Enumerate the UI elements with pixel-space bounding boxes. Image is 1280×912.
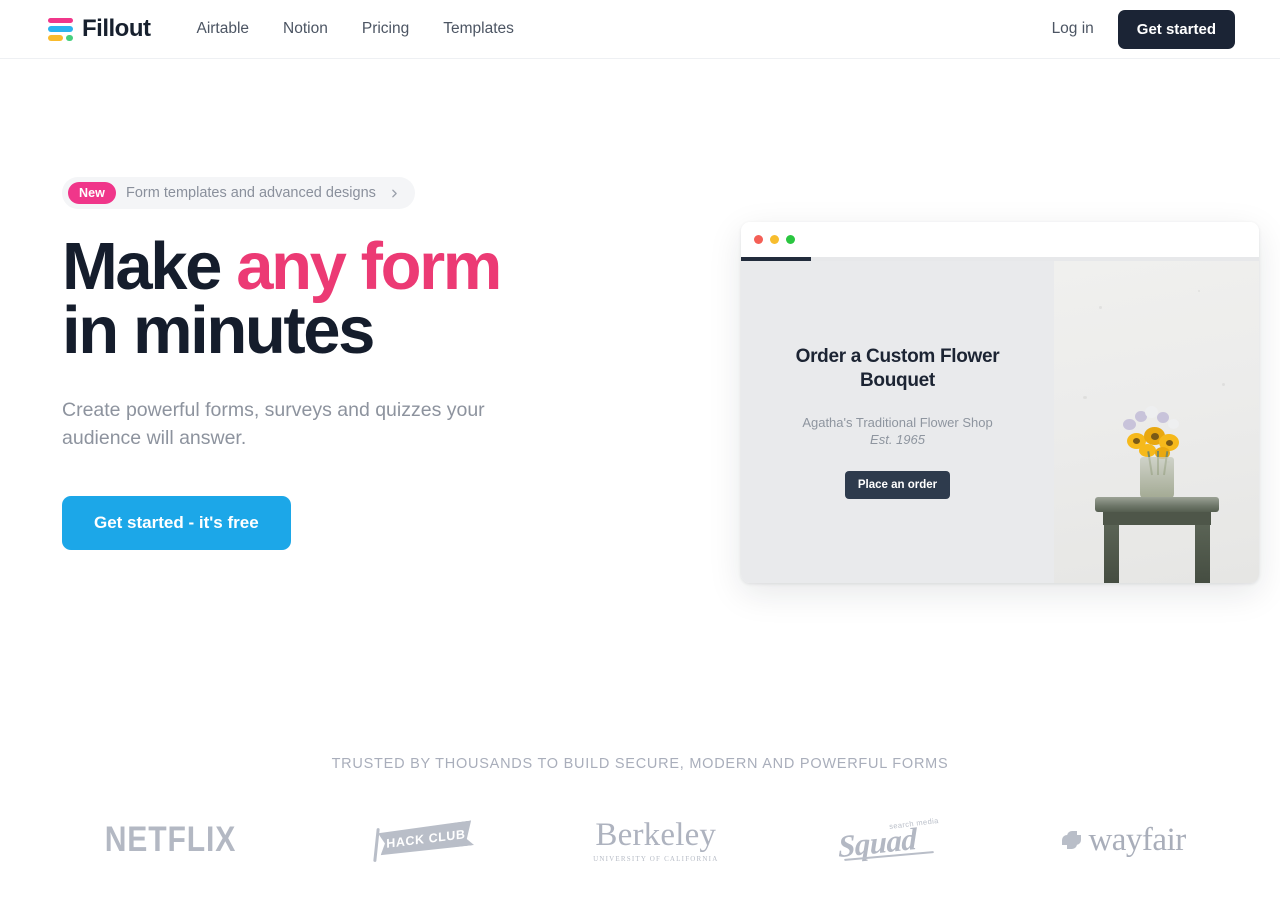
fillout-logo-icon xyxy=(48,17,73,41)
hero-subtitle: Create powerful forms, surveys and quizz… xyxy=(62,398,485,449)
announcement-badge[interactable]: New Form templates and advanced designs xyxy=(62,177,415,209)
hero-content: New Form templates and advanced designs … xyxy=(62,177,662,551)
hero-section: New Form templates and advanced designs … xyxy=(0,59,1280,699)
glass-jar xyxy=(1139,457,1174,499)
netflix-logo: NETFLIX xyxy=(94,805,247,875)
get-started-free-button[interactable]: Get started - it's free xyxy=(62,496,291,551)
wayfair-logo: wayfair xyxy=(1062,805,1186,875)
trusted-by-label: Trusted by thousands to build secure, mo… xyxy=(331,756,949,772)
flag-pole-icon xyxy=(373,827,380,863)
chevron-right-icon xyxy=(388,187,401,200)
nav-item-notion[interactable]: Notion xyxy=(281,14,330,44)
hack-club-logo-text: HACK CLUB xyxy=(386,826,466,851)
brand-name: Fillout xyxy=(82,15,151,42)
badge-text: Form templates and advanced designs xyxy=(126,185,376,201)
flower-photo xyxy=(1054,261,1259,583)
navbar: Fillout Airtable Notion Pricing Template… xyxy=(0,0,1280,59)
close-dot-icon xyxy=(754,235,763,244)
browser-titlebar xyxy=(741,222,1259,257)
navbar-left: Fillout Airtable Notion Pricing Template… xyxy=(0,14,516,44)
hack-club-logo: HACK CLUB xyxy=(367,805,473,875)
nav-item-templates[interactable]: Templates xyxy=(441,14,516,44)
hero-title-line2: in minutes xyxy=(62,293,375,369)
berkeley-logo: Berkeley UNIVERSITY OF CALIFORNIA xyxy=(593,805,718,875)
berkeley-logo-text: Berkeley xyxy=(595,817,717,853)
customer-logo-strip: NETFLIX HACK CLUB Berkeley UNIVERSITY OF… xyxy=(0,800,1280,880)
form-content-pane: Order a Custom Flower Bouquet Agatha's T… xyxy=(741,261,1054,583)
flag-icon: HACK CLUB xyxy=(378,820,474,856)
browser-mockup: Order a Custom Flower Bouquet Agatha's T… xyxy=(741,222,1259,583)
navbar-right: Log in Get started xyxy=(1052,9,1280,49)
wayfair-logo-text: wayfair xyxy=(1088,821,1186,858)
minimize-dot-icon xyxy=(770,235,779,244)
search-media-squad-logo: search media Squad xyxy=(838,805,942,875)
wooden-stool xyxy=(1094,497,1219,583)
netflix-logo-text: NETFLIX xyxy=(104,820,237,859)
maximize-dot-icon xyxy=(786,235,795,244)
page-title: Make any form in minutes xyxy=(62,233,662,364)
badge-new-tag: New xyxy=(68,182,117,204)
form-title: Order a Custom Flower Bouquet xyxy=(795,345,1000,392)
wayfair-mark-icon xyxy=(1062,830,1082,850)
nav-item-pricing[interactable]: Pricing xyxy=(360,14,411,44)
form-subtitle-line2: Est. 1965 xyxy=(870,431,925,447)
berkeley-logo-subtext: UNIVERSITY OF CALIFORNIA xyxy=(593,855,719,863)
main-nav: Airtable Notion Pricing Templates xyxy=(194,14,515,44)
get-started-button[interactable]: Get started xyxy=(1117,9,1235,49)
form-preview-body: Order a Custom Flower Bouquet Agatha's T… xyxy=(741,261,1259,583)
place-an-order-button[interactable]: Place an order xyxy=(844,471,951,500)
form-subtitle-line1: Agatha's Traditional Flower Shop xyxy=(802,415,993,431)
form-preview: Order a Custom Flower Bouquet Agatha's T… xyxy=(741,222,1259,583)
brand-logo-link[interactable]: Fillout xyxy=(48,15,151,43)
nav-item-airtable[interactable]: Airtable xyxy=(194,14,251,44)
login-link[interactable]: Log in xyxy=(1052,20,1094,38)
form-subtitle: Agatha's Traditional Flower Shop Est. 19… xyxy=(802,415,992,448)
